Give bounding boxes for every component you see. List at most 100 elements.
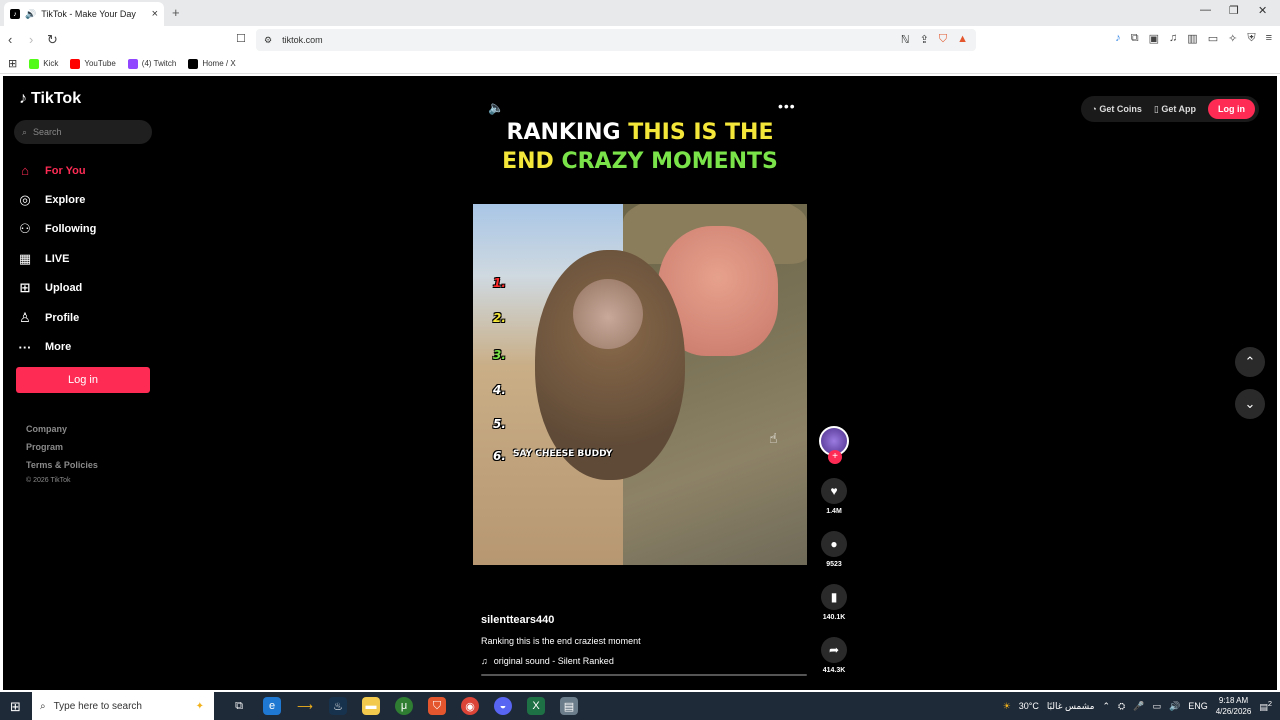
heart-icon[interactable]: ♥	[821, 478, 847, 504]
close-tab-icon[interactable]: ×	[152, 8, 158, 20]
close-window-icon[interactable]: ✕	[1258, 4, 1267, 17]
vpn-icon[interactable]: ⛨	[1247, 32, 1255, 45]
save-action[interactable]: ▮ 140.1K	[817, 584, 851, 621]
get-app-button[interactable]: ▯ Get App	[1154, 104, 1196, 115]
footer-program-link[interactable]: Program	[26, 438, 98, 456]
share-action[interactable]: ➦ 414.3K	[817, 637, 851, 674]
new-tab-icon[interactable]: +	[172, 5, 180, 20]
browser-tab[interactable]: ♪ 🔊 TikTok - Make Your Day ×	[4, 2, 164, 26]
minimize-icon[interactable]: —	[1200, 4, 1211, 16]
task-view-icon[interactable]: ⧉	[230, 697, 248, 715]
taskbar-search-input[interactable]: ⌕ Type here to search ✦	[32, 692, 214, 720]
forward-icon[interactable]: ›	[29, 32, 33, 47]
extensions-icon[interactable]: ⧉	[1131, 32, 1139, 45]
previous-video-button[interactable]: ⌃	[1235, 347, 1265, 377]
bookmarks-bar: ⊞ Kick YouTube (4) Twitch Home / X	[0, 54, 1280, 74]
arrow-app-icon[interactable]: ⟶	[296, 697, 314, 715]
restore-icon[interactable]: ❐	[1229, 4, 1239, 17]
nav-upload[interactable]: ⊞ Upload	[17, 274, 157, 303]
chevron-up-icon[interactable]: ⌃	[1103, 701, 1111, 712]
chrome-icon[interactable]: ◉	[461, 697, 479, 715]
wallet-icon[interactable]: ▭	[1208, 32, 1218, 45]
site-settings-icon[interactable]: ⚙	[264, 35, 272, 46]
music-icon[interactable]: ♫	[1169, 32, 1177, 45]
top-login-button[interactable]: Log in	[1208, 99, 1255, 119]
video-username[interactable]: silenttears440	[481, 614, 811, 626]
notification-count: 2	[1267, 699, 1272, 708]
volume-icon[interactable]: 🔈	[488, 100, 504, 116]
read-aloud-icon[interactable]: ♪	[1115, 32, 1121, 45]
apps-grid-icon[interactable]: ⊞	[8, 57, 17, 70]
footer-company-link[interactable]: Company	[26, 420, 98, 438]
bookmark-twitch[interactable]: (4) Twitch	[127, 58, 176, 69]
title-part-yellow: END	[502, 149, 562, 174]
video-caption-overlay: SAY CHEESE BUDDY	[513, 449, 613, 459]
brand-name: TikTok	[31, 90, 82, 107]
leo-icon[interactable]: ✧	[1228, 32, 1237, 45]
share-arrow-icon[interactable]: ➦	[821, 637, 847, 663]
reader-icon[interactable]: ℕ	[901, 33, 910, 46]
video-progress-bar[interactable]	[481, 674, 807, 676]
language-indicator[interactable]: ENG	[1188, 701, 1208, 711]
bookmark-save-icon[interactable]: ▮	[821, 584, 847, 610]
share-icon[interactable]: ⇪	[920, 33, 929, 46]
weather-icon[interactable]: ☀	[1003, 701, 1011, 712]
back-icon[interactable]: ‹	[8, 32, 12, 47]
discord-icon[interactable]: ◒	[494, 697, 512, 715]
next-video-button[interactable]: ⌄	[1235, 389, 1265, 419]
network-icon[interactable]: ▭	[1152, 701, 1161, 712]
footer-terms-link[interactable]: Terms & Policies	[26, 456, 98, 474]
url-bar[interactable]: ⚙ tiktok.com ℕ ⇪ ⛉ ▲	[256, 29, 976, 51]
sound-label: original sound - Silent Ranked	[493, 656, 614, 666]
tiktok-logo[interactable]: ♪ TikTok	[19, 90, 81, 108]
notification-icon[interactable]: ▤2	[1259, 699, 1272, 713]
follow-plus-icon[interactable]: +	[828, 450, 842, 464]
tab-audio-icon[interactable]: 🔊	[25, 9, 36, 20]
video-sound[interactable]: ♫ original sound - Silent Ranked	[481, 656, 811, 666]
file-explorer-icon[interactable]: ▬	[362, 697, 380, 715]
get-coins-label: Get Coins	[1099, 104, 1142, 114]
comment-icon[interactable]: ●	[821, 531, 847, 557]
get-coins-button[interactable]: ◔ Get Coins	[1091, 104, 1141, 114]
steam-icon[interactable]: ♨	[329, 697, 347, 715]
nav-for-you[interactable]: ⌂ For You	[17, 156, 157, 185]
creator-avatar[interactable]: +	[819, 426, 849, 464]
weather-temp[interactable]: 30°C	[1019, 701, 1039, 711]
menu-icon[interactable]: ≡	[1266, 32, 1272, 45]
more-icon: ···	[18, 339, 32, 355]
screenshot-icon[interactable]: ▣	[1149, 32, 1159, 45]
app-icon[interactable]: ▤	[560, 697, 578, 715]
nav-profile[interactable]: ♙ Profile	[17, 303, 157, 332]
bookmark-youtube[interactable]: YouTube	[70, 58, 116, 69]
shield-icon[interactable]: ⛉	[939, 33, 947, 46]
bookmark-x[interactable]: Home / X	[188, 58, 236, 69]
nav-live[interactable]: ▦ LIVE	[17, 244, 157, 273]
windows-start-icon[interactable]: ⊞	[10, 699, 21, 715]
bookmark-icon[interactable]: ☐	[236, 32, 246, 45]
like-action[interactable]: ♥ 1.4M	[817, 478, 851, 515]
nav-more[interactable]: ··· More	[17, 332, 157, 361]
title-part-yellow: THIS IS THE	[628, 120, 774, 145]
like-count: 1.4M	[826, 508, 842, 515]
taskbar-clock[interactable]: 9:18 AM 4/26/2026	[1216, 695, 1252, 717]
brave-icon[interactable]: ⛉	[428, 697, 446, 715]
more-options-icon[interactable]: •••	[778, 98, 796, 114]
sidebar-icon[interactable]: ▥	[1187, 32, 1197, 45]
speaker-icon[interactable]: 🔊	[1169, 701, 1180, 712]
search-input[interactable]: ⌕ Search	[14, 120, 152, 144]
comment-action[interactable]: ● 9523	[817, 531, 851, 568]
tab-bar: ♪ 🔊 TikTok - Make Your Day × + — ❐ ✕	[0, 0, 1280, 26]
nav-explore[interactable]: ◎ Explore	[17, 185, 157, 214]
sidebar-login-button[interactable]: Log in	[16, 367, 150, 393]
nav-label: For You	[45, 164, 86, 177]
video-player[interactable]: 1. 2. 3. 4. 5. 6. SAY CHEESE BUDDY	[473, 204, 807, 565]
reload-icon[interactable]: ↻	[47, 32, 58, 48]
excel-icon[interactable]: X	[527, 697, 545, 715]
nav-following[interactable]: ⚇ Following	[17, 215, 157, 244]
usb-icon[interactable]: ⛭	[1118, 701, 1125, 712]
mic-icon[interactable]: 🎤	[1133, 701, 1144, 712]
utorrent-icon[interactable]: μ	[395, 697, 413, 715]
rewards-icon[interactable]: ▲	[957, 33, 968, 46]
bookmark-kick[interactable]: Kick	[29, 58, 58, 69]
edge-icon[interactable]: e	[263, 697, 281, 715]
